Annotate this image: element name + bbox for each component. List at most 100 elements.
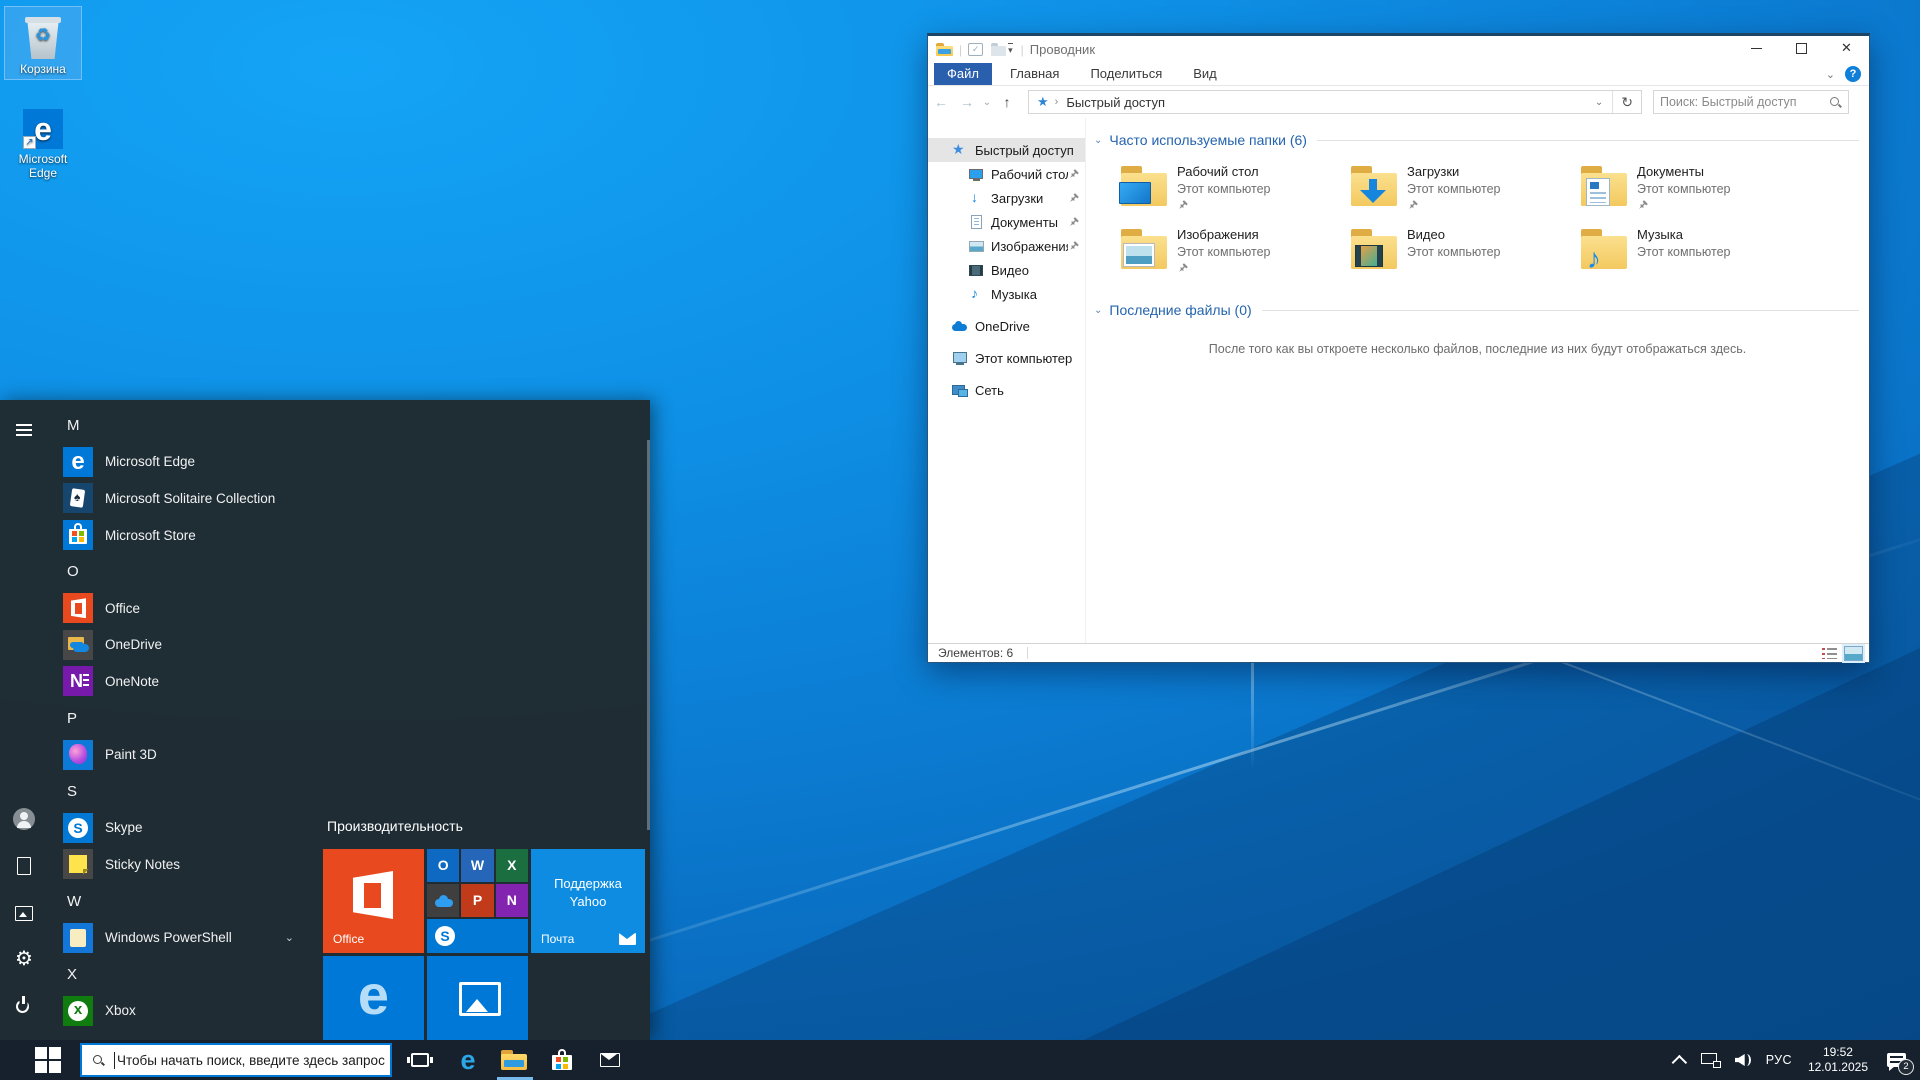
- start-app-row[interactable]: X ⌄: [48, 956, 310, 993]
- forward-button[interactable]: →: [954, 94, 980, 110]
- folder-item[interactable]: Изображения Этот компьютер: [1121, 227, 1343, 287]
- start-app-row[interactable]: Microsoft Store ⌄: [48, 517, 310, 554]
- documents-rail-button[interactable]: [0, 842, 48, 889]
- sidebar-item[interactable]: Этот компьютер: [928, 346, 1085, 370]
- recent-locations-chevron-icon[interactable]: ⌄: [980, 97, 994, 108]
- start-app-row[interactable]: Paint 3D ⌄: [48, 736, 310, 773]
- section-recent-files[interactable]: ⌄ Последние файлы (0): [1094, 302, 1859, 318]
- small-tile[interactable]: P: [461, 884, 494, 917]
- small-tile[interactable]: N: [495, 884, 528, 917]
- maximize-button[interactable]: [1779, 33, 1824, 63]
- properties-qat-icon[interactable]: ✓: [968, 43, 984, 56]
- tile-photos[interactable]: Фотографии: [427, 956, 528, 1040]
- tile-office[interactable]: Office: [323, 849, 424, 953]
- desktop-icon-recycle-bin[interactable]: ♻ Корзина: [4, 6, 82, 80]
- ribbon-tab[interactable]: Главная: [997, 63, 1072, 85]
- start-app-row[interactable]: O ⌄: [48, 553, 310, 590]
- folder-item[interactable]: Загрузки Этот компьютер: [1351, 164, 1573, 224]
- power-button[interactable]: [0, 983, 48, 1030]
- language-indicator[interactable]: РУС: [1759, 1040, 1799, 1080]
- sidebar-item[interactable]: OneDrive: [928, 314, 1085, 338]
- chevron-down-icon[interactable]: ⌄: [285, 931, 294, 944]
- start-app-row[interactable]: Microsoft Edge ⌄: [48, 444, 310, 481]
- search-input[interactable]: Поиск: Быстрый доступ: [1653, 90, 1849, 114]
- taskbar-search-input[interactable]: Чтобы начать поиск, введите здесь запрос: [80, 1043, 392, 1077]
- up-button[interactable]: ↑: [994, 94, 1020, 110]
- start-menu-scrollbar[interactable]: [647, 440, 650, 830]
- app-label: Windows PowerShell: [105, 930, 232, 946]
- start-button[interactable]: [24, 1040, 72, 1080]
- sidebar-item[interactable]: Сеть: [928, 378, 1085, 402]
- explorer-body: Быстрый доступ Рабочий стол: [928, 118, 1869, 644]
- start-app-row[interactable]: Windows PowerShell ⌄: [48, 919, 310, 956]
- folder-icon: [1351, 229, 1397, 270]
- folder-item[interactable]: Музыка Этот компьютер: [1581, 227, 1803, 287]
- clock[interactable]: 19:52 12.01.2025: [1799, 1040, 1877, 1080]
- breadcrumb-chevron-icon[interactable]: ›: [1055, 96, 1059, 108]
- small-tile[interactable]: O: [427, 849, 460, 882]
- folder-item[interactable]: Документы Этот компьютер: [1581, 164, 1803, 224]
- hamburger-menu-button[interactable]: [0, 408, 48, 452]
- search-icon[interactable]: [1829, 96, 1842, 109]
- ribbon-tab[interactable]: Файл: [934, 63, 992, 85]
- view-thumbnails-icon[interactable]: [1844, 645, 1863, 661]
- volume-tray-button[interactable]: [1728, 1040, 1759, 1080]
- tile-microsoft-edge[interactable]: e Microsoft Edge: [323, 956, 424, 1040]
- minimize-button[interactable]: [1734, 33, 1779, 63]
- sidebar-item[interactable]: Рабочий стол: [928, 162, 1085, 186]
- taskbar-explorer-button[interactable]: [492, 1040, 536, 1080]
- start-app-row[interactable]: S ⌄: [48, 773, 310, 810]
- start-app-row[interactable]: Office ⌄: [48, 590, 310, 627]
- folder-item[interactable]: Видео Этот компьютер: [1351, 227, 1573, 287]
- close-button[interactable]: ✕: [1824, 33, 1869, 63]
- ribbon-tab[interactable]: Вид: [1180, 63, 1230, 85]
- settings-button[interactable]: [0, 936, 48, 983]
- start-app-row[interactable]: Skype ⌄: [48, 810, 310, 847]
- title-bar[interactable]: | ✓ ▾ | Проводник ✕: [928, 36, 1869, 63]
- breadcrumb[interactable]: Быстрый доступ: [1066, 95, 1165, 110]
- customize-qat-chevron-icon[interactable]: ▾: [1008, 43, 1013, 56]
- expand-ribbon-chevron-icon[interactable]: ⌄: [1826, 68, 1835, 81]
- sidebar-item[interactable]: Музыка: [928, 282, 1085, 306]
- new-folder-qat-icon[interactable]: [991, 43, 1007, 56]
- tile-mail[interactable]: Поддержка Yahoo Почта: [531, 849, 645, 953]
- ribbon-tab[interactable]: Поделиться: [1077, 63, 1175, 85]
- sidebar-item[interactable]: Изображения: [928, 234, 1085, 258]
- refresh-icon[interactable]: ↻: [1612, 91, 1641, 113]
- start-app-row[interactable]: M ⌄: [48, 407, 310, 444]
- small-tile[interactable]: W: [461, 849, 494, 882]
- address-dropdown-chevron-icon[interactable]: ⌄: [1586, 97, 1612, 108]
- back-button[interactable]: ←: [928, 94, 954, 110]
- ribbon-tab-label: Главная: [1009, 66, 1060, 81]
- start-app-row[interactable]: Microsoft Solitaire Collection ⌄: [48, 480, 310, 517]
- small-tile[interactable]: [427, 884, 460, 917]
- view-list-icon[interactable]: [1822, 647, 1837, 659]
- start-app-row[interactable]: Б ⌄: [48, 1029, 310, 1040]
- folder-item[interactable]: Рабочий стол Этот компьютер: [1119, 164, 1343, 224]
- collapse-chevron-icon[interactable]: ⌄: [1094, 305, 1102, 316]
- start-app-row[interactable]: OneNote ⌄: [48, 663, 310, 700]
- desktop-icon-edge[interactable]: e ↗ Microsoft Edge: [4, 96, 82, 184]
- start-app-row[interactable]: W ⌄: [48, 883, 310, 920]
- small-tile[interactable]: S: [427, 919, 528, 953]
- task-view-button[interactable]: [398, 1040, 442, 1080]
- taskbar-mail-button[interactable]: [588, 1040, 632, 1080]
- start-app-row[interactable]: Sticky Notes ⌄: [48, 846, 310, 883]
- start-app-row[interactable]: OneDrive ⌄: [48, 627, 310, 664]
- sidebar-item[interactable]: Видео: [928, 258, 1085, 282]
- network-tray-button[interactable]: [1694, 1040, 1728, 1080]
- help-icon[interactable]: ?: [1845, 66, 1861, 82]
- sidebar-item[interactable]: Документы: [928, 210, 1085, 234]
- start-app-row[interactable]: P ⌄: [48, 700, 310, 737]
- small-tile[interactable]: X: [495, 849, 528, 882]
- taskbar-edge-button[interactable]: e: [446, 1040, 490, 1080]
- sidebar-item[interactable]: Загрузки: [928, 186, 1085, 210]
- pictures-rail-button[interactable]: [0, 889, 48, 936]
- address-bar[interactable]: ★ › Быстрый доступ ⌄ ↻: [1028, 90, 1642, 114]
- action-center-button[interactable]: 2: [1877, 1040, 1920, 1080]
- start-app-row[interactable]: Xbox ⌄: [48, 993, 310, 1030]
- sidebar-item[interactable]: Быстрый доступ: [928, 138, 1085, 162]
- taskbar-store-button[interactable]: [540, 1040, 584, 1080]
- user-account-button[interactable]: [0, 795, 48, 842]
- tray-expand-button[interactable]: [1669, 1040, 1694, 1080]
